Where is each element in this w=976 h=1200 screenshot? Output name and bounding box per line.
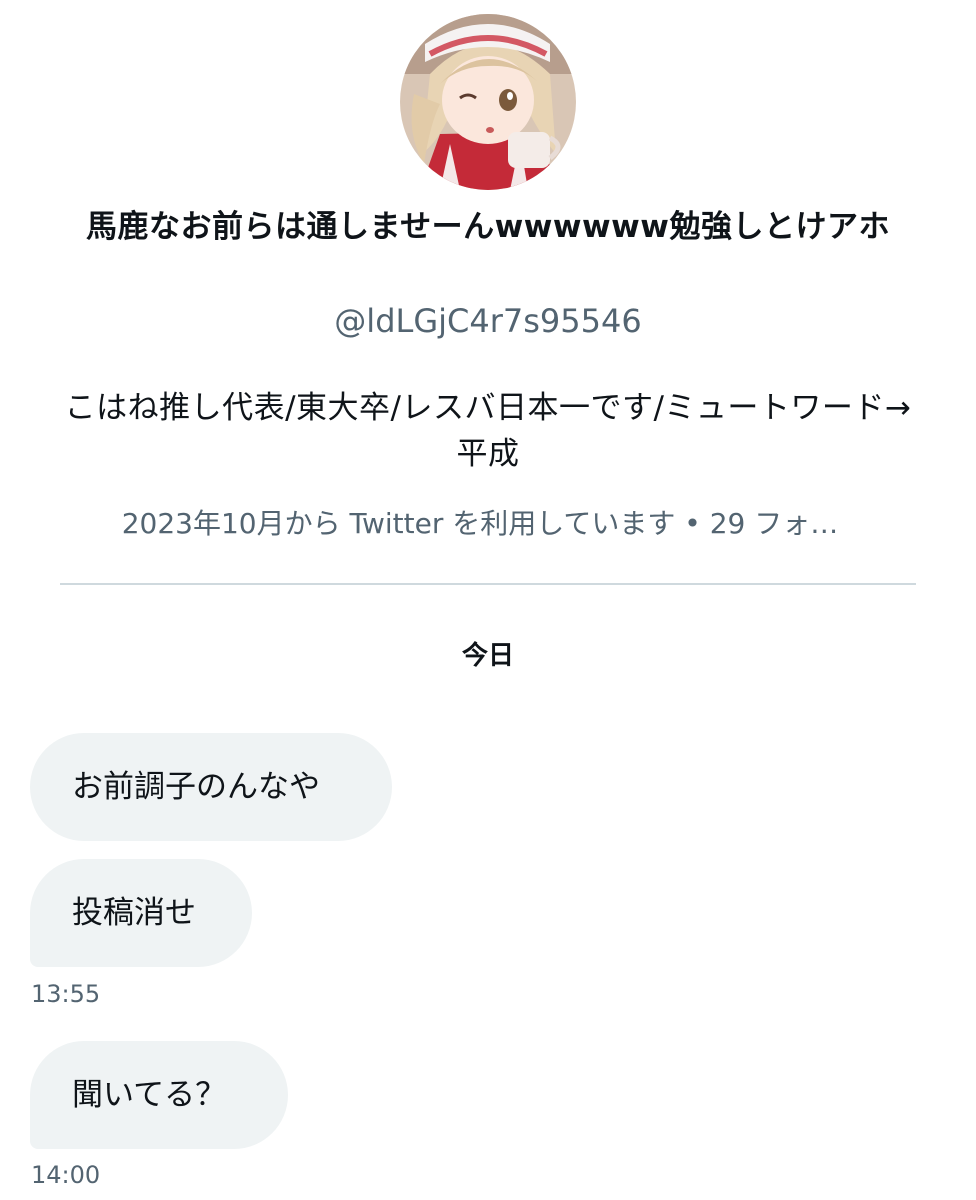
message-bubble[interactable]: お前調子のんなや [30,733,392,841]
day-separator: 今日 [461,641,514,671]
profile-avatar[interactable] [400,14,576,190]
display-name[interactable]: 馬鹿なお前らは通しませーんwwwwww勉強しとけアホ [60,201,916,253]
user-handle[interactable]: @ldLGjC4r7s95546 [0,300,976,342]
message-text: 投稿消せ [72,895,196,931]
message-timestamp: 13:55 [31,980,101,1008]
message-bubble[interactable]: 聞いてる？ [30,1041,288,1149]
message-text: 聞いてる？ [72,1077,227,1113]
divider [60,583,916,585]
message-timestamp: 14:00 [31,1161,101,1189]
profile-meta: 2023年10月から Twitter を利用しています • 29 フォ… [121,507,839,540]
message-text: お前調子のんなや [72,769,320,805]
profile-bio: こはね推し代表/東大卒/レスバ日本一です/ミュートワード→平成 [64,390,912,472]
anime-girl-avatar-icon [400,14,576,190]
message-bubble[interactable]: 投稿消せ [30,859,252,967]
